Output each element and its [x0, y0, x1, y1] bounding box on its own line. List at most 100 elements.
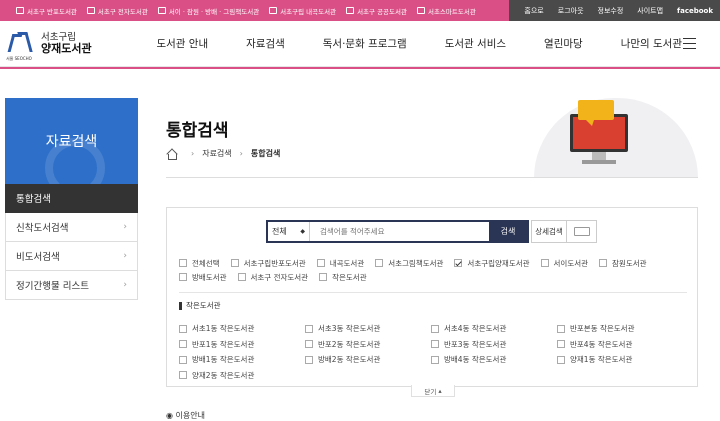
main-nav: 도서관 안내 자료검색 독서·문화 프로그램 도서관 서비스 열린마당 나만의 … — [156, 36, 720, 51]
detail-search-button[interactable]: 상세검색 — [531, 220, 567, 243]
checkbox-picturebook[interactable]: 서초그림책도서관 — [375, 256, 443, 270]
checkbox-select-all[interactable]: 전체선택 — [179, 256, 220, 270]
checkbox-small-library[interactable]: 서초1동 작은도서관 — [179, 322, 305, 336]
nav-services[interactable]: 도서관 서비스 — [445, 36, 506, 51]
library-checkbox-group: 전체선택 서초구립반포도서관 내곡도서관 서초그림책도서관 서초구립양재도서관 … — [179, 256, 689, 284]
title-divider — [166, 177, 698, 178]
top-link-smart[interactable]: 서초스마트도서관 — [416, 6, 476, 16]
home-link[interactable]: 홈으로 — [524, 6, 543, 16]
chevron-right-icon: › — [123, 280, 127, 290]
utility-menu: 홈으로 로그아웃 정보수정 사이트맵 facebook — [509, 0, 720, 21]
caret-down-icon: ◆ — [300, 228, 305, 235]
breadcrumb-level1[interactable]: 자료검색 — [202, 148, 231, 159]
checkbox[interactable] — [179, 324, 187, 333]
checkbox[interactable] — [230, 259, 239, 267]
top-link-public[interactable]: 서초구 공공도서관 — [346, 6, 407, 16]
checkbox-small-library[interactable]: 반포본동 작은도서관 — [557, 322, 683, 336]
checkbox[interactable] — [375, 259, 384, 267]
header-accent-line — [0, 67, 720, 69]
checkbox-seoi[interactable]: 서이도서관 — [540, 256, 588, 270]
checkbox-ebook-library[interactable]: 서초구 전자도서관 — [237, 270, 308, 284]
close-panel-button[interactable]: 닫기 ▴ — [411, 385, 455, 397]
search-button[interactable]: 검색 — [489, 222, 527, 241]
nav-library-info[interactable]: 도서관 안내 — [156, 36, 208, 51]
checkbox-yangjae[interactable]: 서초구립양재도서관 — [454, 256, 530, 270]
search-illustration — [534, 98, 698, 178]
checkbox[interactable] — [431, 355, 439, 364]
checkbox-small-library[interactable]: 방배4동 작은도서관 — [431, 353, 557, 367]
checkbox[interactable] — [237, 273, 246, 281]
keyboard-icon[interactable] — [567, 220, 597, 243]
checkbox[interactable] — [540, 259, 549, 267]
breadcrumb-separator: › — [239, 149, 243, 158]
checkbox[interactable] — [305, 324, 313, 333]
ebook-icon — [86, 7, 95, 14]
section-divider — [179, 292, 687, 293]
checkbox[interactable] — [316, 259, 325, 267]
search-input[interactable] — [310, 222, 489, 241]
facebook-link[interactable]: facebook — [677, 7, 713, 15]
sidebar-item-new-books[interactable]: 신착도서검색 › — [5, 213, 138, 242]
checkbox[interactable] — [431, 340, 439, 349]
search-form: 전체 ◆ 검색 — [266, 220, 529, 243]
checkbox[interactable] — [305, 355, 313, 364]
checkbox-small-library[interactable]: 반포4동 작은도서관 — [557, 338, 683, 352]
sidebar-item-periodicals[interactable]: 정기간행물 리스트 › — [5, 271, 138, 300]
library-icon — [346, 7, 355, 14]
checkbox[interactable] — [179, 259, 187, 267]
usage-guide-heading: ◉ 이용안내 — [166, 411, 205, 420]
top-link-banpo[interactable]: 서초구 반포도서관 — [16, 6, 77, 16]
nav-search[interactable]: 자료검색 — [246, 36, 285, 51]
checkbox-bangbae[interactable]: 방배도서관 — [179, 270, 227, 284]
checkbox-small-library[interactable]: 반포2동 작은도서관 — [305, 338, 431, 352]
nav-open-board[interactable]: 열린마당 — [544, 36, 583, 51]
checkbox[interactable] — [319, 273, 328, 281]
page-title: 통합검색 — [166, 121, 229, 141]
search-row: 전체◆ 검색 상세검색 — [266, 220, 597, 243]
search-field-select[interactable]: 전체 ◆ — [268, 222, 310, 241]
sidebar-item-non-book[interactable]: 비도서검색 › — [5, 242, 138, 271]
checkbox-small-library[interactable]: 서초4동 작은도서관 — [431, 322, 557, 336]
top-link-ebook[interactable]: 서초구 전자도서관 — [86, 6, 148, 16]
checkbox[interactable] — [557, 355, 565, 364]
checkbox[interactable] — [305, 340, 313, 349]
heading-bar-icon — [179, 301, 182, 310]
checkbox-banpo[interactable]: 서초구립반포도서관 — [230, 256, 306, 270]
site-logo[interactable]: 서울 SEOCHO 서초구립 양재도서관 — [6, 30, 96, 61]
family-site-links: 서초구 반포도서관 서초구 전자도서관 서이 · 잠원 · 방배 · 그림책도서… — [0, 6, 509, 16]
hamburger-menu-icon[interactable] — [683, 38, 696, 49]
checkbox[interactable] — [179, 355, 187, 364]
top-link-seoi[interactable]: 서이 · 잠원 · 방배 · 그림책도서관 — [157, 6, 259, 16]
checkbox[interactable] — [431, 324, 439, 333]
top-link-naegok[interactable]: 서초구립 내곡도서관 — [269, 6, 336, 16]
nav-my-library[interactable]: 나만의 도서관 — [621, 36, 682, 51]
checkbox[interactable] — [179, 371, 187, 380]
nav-programs[interactable]: 독서·문화 프로그램 — [323, 36, 407, 51]
checkbox-checked[interactable] — [454, 259, 463, 267]
checkbox-small-libraries[interactable]: 작은도서관 — [319, 270, 367, 284]
checkbox[interactable] — [557, 324, 565, 333]
checkbox-small-library[interactable]: 서초3동 작은도서관 — [305, 322, 431, 336]
home-icon[interactable] — [166, 149, 177, 160]
chevron-right-icon: › — [123, 222, 127, 232]
checkbox-small-library[interactable]: 반포3동 작은도서관 — [431, 338, 557, 352]
checkbox[interactable] — [557, 340, 565, 349]
checkbox[interactable] — [179, 340, 187, 349]
checkbox-small-library[interactable]: 방배2동 작은도서관 — [305, 353, 431, 367]
checkbox-small-library[interactable]: 양재1동 작은도서관 — [557, 353, 683, 367]
checkbox-naegok[interactable]: 내곡도서관 — [316, 256, 364, 270]
logout-link[interactable]: 로그아웃 — [558, 6, 584, 16]
edit-info-link[interactable]: 정보수정 — [598, 6, 624, 16]
checkbox[interactable] — [599, 259, 608, 267]
info-icon: ◉ — [166, 411, 173, 420]
sidebar-item-integrated-search[interactable]: 통합검색 — [5, 184, 138, 213]
sitemap-link[interactable]: 사이트맵 — [637, 6, 663, 16]
checkbox-small-library[interactable]: 양재2동 작은도서관 — [179, 369, 305, 383]
search-panel: 전체◆ 검색 상세검색 전체선택 서초구립반포도서관 내곡도서관 서초그림책도서… — [166, 207, 698, 397]
checkbox-small-library[interactable]: 반포1동 작은도서관 — [179, 338, 305, 352]
checkbox[interactable] — [179, 273, 187, 281]
checkbox-small-library[interactable]: 방배1동 작은도서관 — [179, 353, 305, 367]
caret-up-icon: ▴ — [438, 386, 442, 395]
checkbox-jamwon[interactable]: 잠원도서관 — [599, 256, 647, 270]
library-icon — [157, 7, 166, 14]
